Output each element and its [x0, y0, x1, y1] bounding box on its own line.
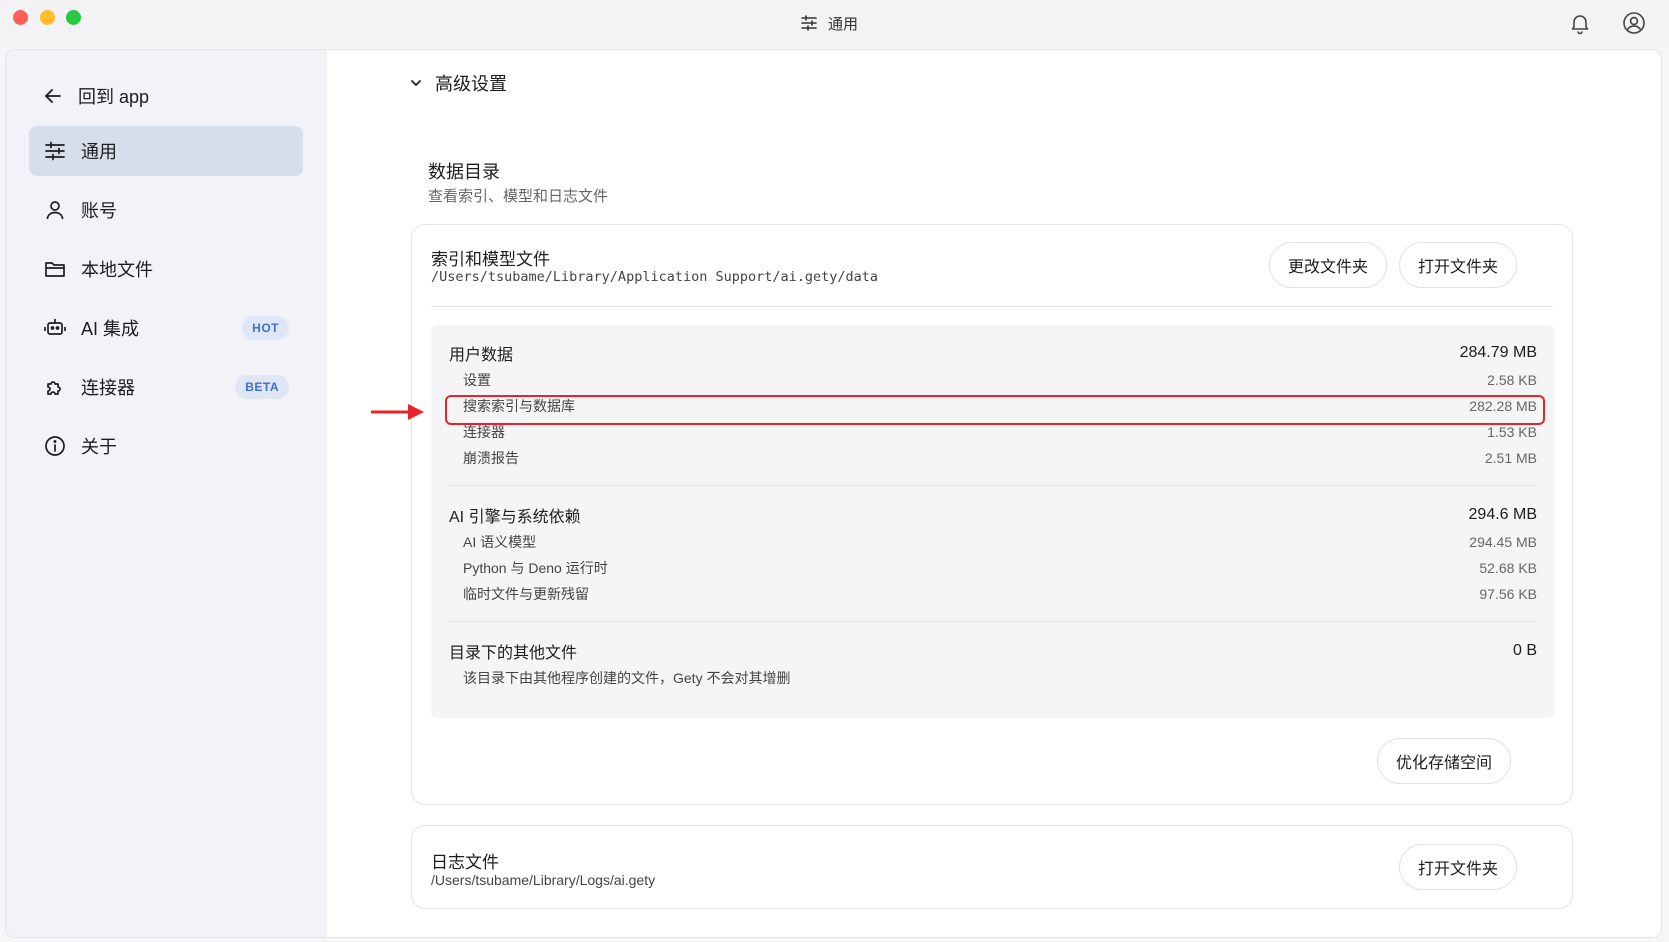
- row-label: 临时文件与更新残留: [463, 586, 589, 602]
- hot-badge: HOT: [242, 316, 289, 340]
- info-icon: [43, 434, 67, 458]
- folder-icon: [43, 257, 67, 281]
- list-item: 崩溃报告 2.51 MB: [463, 447, 1537, 469]
- advanced-settings-toggle[interactable]: 高级设置: [409, 68, 507, 98]
- bell-icon[interactable]: [1568, 11, 1592, 35]
- sidebar-item-label: 账号: [81, 201, 117, 221]
- title-bar: 通用: [0, 0, 1669, 48]
- group-user-data: 用户数据 284.79 MB: [449, 341, 1537, 365]
- group-other-files: 目录下的其他文件 0 B: [449, 639, 1537, 663]
- list-item: AI 语义模型 294.45 MB: [463, 531, 1537, 553]
- row-label: Python 与 Deno 运行时: [463, 560, 608, 576]
- sidebar-item-label: AI 集成: [81, 319, 140, 339]
- list-item: 设置 2.58 KB: [463, 369, 1537, 391]
- group-name: 目录下的其他文件: [449, 645, 578, 662]
- group-total: 0 B: [1512, 642, 1537, 659]
- minimize-window-button[interactable]: [40, 10, 55, 25]
- sidebar-item-general[interactable]: 通用: [29, 126, 303, 176]
- sidebar-item-label: 本地文件: [81, 260, 153, 280]
- group-name: 用户数据: [449, 347, 514, 364]
- log-card-title: 日志文件: [431, 853, 499, 872]
- row-value: 294.45 MB: [1469, 534, 1537, 550]
- list-item: 连接器 1.53 KB: [463, 421, 1537, 443]
- index-card-path: /Users/tsubame/Library/Application Suppo…: [431, 269, 879, 285]
- open-log-folder-button[interactable]: 打开文件夹: [1399, 844, 1518, 890]
- group-total: 284.79 MB: [1459, 344, 1537, 361]
- change-folder-button[interactable]: 更改文件夹: [1269, 242, 1388, 288]
- person-icon: [43, 198, 67, 222]
- sidebar-item-label: 连接器: [81, 378, 135, 398]
- zoom-window-button[interactable]: [66, 10, 81, 25]
- window-title-group: 通用: [800, 12, 858, 34]
- beta-badge: BETA: [235, 375, 289, 399]
- list-item: Python 与 Deno 运行时 52.68 KB: [463, 557, 1537, 579]
- main-panel: 高级设置 数据目录 查看索引、模型和日志文件 索引和模型文件 /Users/ts…: [327, 50, 1661, 937]
- sidebar-item-label: 关于: [81, 437, 117, 457]
- row-label: 该目录下由其他程序创建的文件，Gety 不会对其增删: [463, 670, 791, 686]
- index-card-title: 索引和模型文件: [431, 250, 550, 269]
- group-name: AI 引擎与系统依赖: [449, 509, 581, 526]
- row-value: 2.58 KB: [1487, 372, 1537, 388]
- section-title: 高级设置: [435, 74, 507, 94]
- annotation-arrow-icon: [371, 404, 424, 420]
- chevron-down-icon: [411, 80, 421, 86]
- sidebar-item-account[interactable]: 账号: [29, 185, 303, 235]
- storage-breakdown: 用户数据 284.79 MB 设置 2.58 KB 搜索索引与数据库 282.2…: [431, 325, 1555, 718]
- group-divider: [449, 621, 1537, 622]
- list-item: 临时文件与更新残留 97.56 KB: [463, 583, 1537, 605]
- puzzle-icon: [43, 375, 67, 399]
- back-label: 回到 app: [78, 87, 150, 107]
- settings-frame: 回到 app 通用 账号 本地文件 AI 集成 HOT 连接器 BETA 关于 …: [5, 49, 1662, 938]
- sliders-icon: [43, 139, 67, 163]
- optimize-storage-button[interactable]: 优化存储空间: [1377, 738, 1512, 784]
- row-label: 连接器: [463, 424, 505, 440]
- index-model-card: 索引和模型文件 /Users/tsubame/Library/Applicati…: [411, 224, 1573, 805]
- back-to-app-button[interactable]: 回到 app: [42, 76, 149, 116]
- group-ai-engine: AI 引擎与系统依赖 294.6 MB: [449, 503, 1537, 527]
- sidebar-item-ai-integration[interactable]: AI 集成 HOT: [29, 303, 303, 353]
- app-window: 通用 回到 app 通用 账号 本地文件 AI 集成 HOT 连接器 BETA …: [0, 0, 1669, 942]
- robot-icon: [43, 316, 67, 340]
- row-value: 2.51 MB: [1484, 450, 1537, 466]
- arrow-left-icon: [45, 89, 61, 103]
- sidebar-item-about[interactable]: 关于: [29, 421, 303, 471]
- sidebar: 回到 app 通用 账号 本地文件 AI 集成 HOT 连接器 BETA 关于: [6, 50, 327, 937]
- group-total: 294.6 MB: [1468, 506, 1537, 523]
- sidebar-item-connectors[interactable]: 连接器 BETA: [29, 362, 303, 412]
- row-label: 崩溃报告: [463, 450, 519, 466]
- window-title: 通用: [828, 15, 859, 33]
- row-label: AI 语义模型: [463, 534, 537, 550]
- row-value: 1.53 KB: [1487, 424, 1537, 440]
- data-directory-subtitle: 查看索引、模型和日志文件: [428, 188, 609, 205]
- group-divider: [449, 485, 1537, 486]
- close-window-button[interactable]: [13, 10, 28, 25]
- account-icon[interactable]: [1622, 11, 1646, 35]
- log-files-card: 日志文件 /Users/tsubame/Library/Logs/ai.gety…: [411, 825, 1573, 909]
- group-note: 该目录下由其他程序创建的文件，Gety 不会对其增删: [463, 667, 1537, 689]
- open-folder-button[interactable]: 打开文件夹: [1399, 242, 1518, 288]
- sidebar-item-local-files[interactable]: 本地文件: [29, 244, 303, 294]
- sidebar-item-label: 通用: [81, 142, 117, 162]
- row-label: 设置: [463, 372, 491, 388]
- data-directory-title: 数据目录: [428, 162, 500, 182]
- row-value: 52.68 KB: [1479, 560, 1537, 576]
- card-divider: [431, 306, 1553, 307]
- row-value: 97.56 KB: [1479, 586, 1537, 602]
- log-card-path: /Users/tsubame/Library/Logs/ai.gety: [431, 872, 656, 888]
- sliders-icon: [801, 15, 817, 31]
